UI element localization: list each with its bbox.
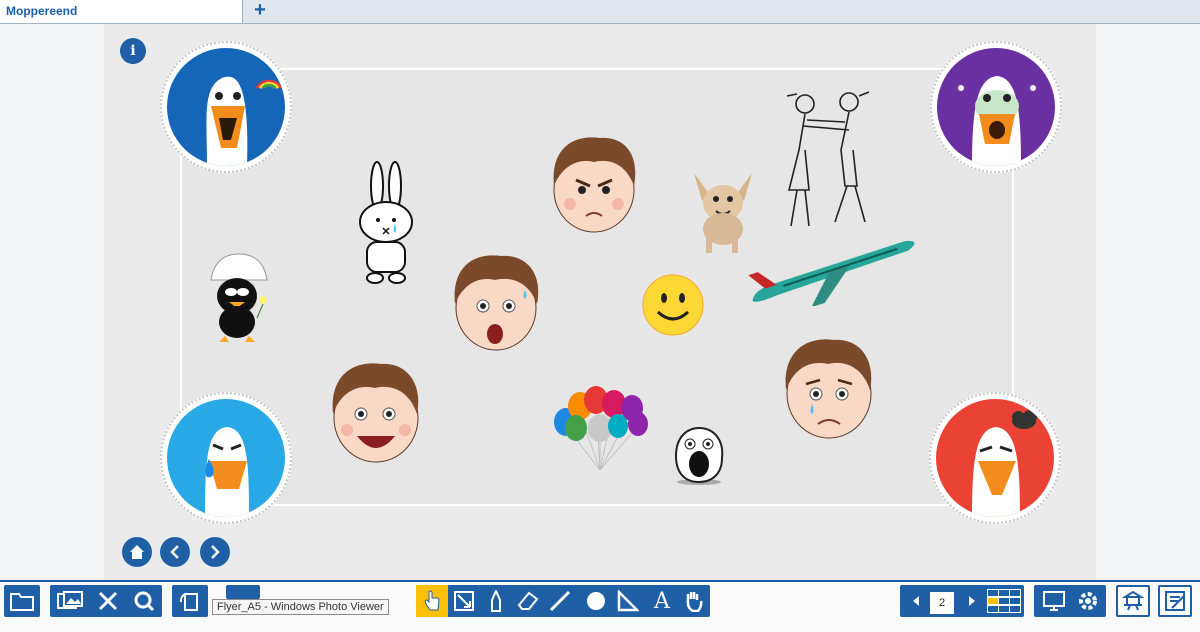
chevron-right-icon[interactable]	[200, 537, 230, 567]
rotate-page-icon[interactable]	[174, 585, 206, 617]
fighting-couple-sketch[interactable]	[775, 90, 875, 232]
calimero-chick[interactable]	[205, 250, 275, 346]
pointer-hand-icon[interactable]	[416, 585, 448, 617]
page-number: 2	[938, 597, 946, 609]
airplane[interactable]	[740, 228, 930, 306]
tools-icon[interactable]	[92, 585, 124, 617]
settings-icon[interactable]	[1072, 585, 1104, 617]
edit-icon[interactable]	[1160, 587, 1190, 615]
zoom-icon[interactable]	[128, 585, 160, 617]
home-icon[interactable]	[122, 537, 152, 567]
grumpy-goose-red[interactable]	[929, 392, 1061, 524]
select-resize-icon[interactable]	[448, 585, 480, 617]
smiley-face[interactable]	[642, 274, 704, 336]
fullscreen-icon[interactable]	[1038, 585, 1070, 617]
scared-goose-purple[interactable]	[930, 41, 1062, 173]
ruler-triangle-icon[interactable]	[612, 585, 644, 617]
page-next-icon[interactable]	[956, 585, 988, 617]
boy-face-angry[interactable]	[544, 128, 644, 236]
taskbar-tooltip: Flyer_A5 - Windows Photo Viewer	[212, 599, 389, 615]
chevron-left-icon[interactable]	[160, 537, 190, 567]
text-icon[interactable]: A	[646, 585, 678, 617]
happy-goose-rainbow[interactable]	[160, 41, 292, 173]
pan-hand-icon[interactable]	[678, 585, 710, 617]
plus-icon[interactable]: +	[250, 0, 270, 22]
shocked-ghost[interactable]	[670, 426, 728, 486]
bottom-toolbar: A 2	[0, 580, 1200, 632]
boy-face-sad[interactable]	[776, 332, 882, 440]
line-icon[interactable]	[544, 585, 576, 617]
photos-icon[interactable]	[54, 585, 86, 617]
grid-view-icon[interactable]	[986, 585, 1022, 617]
page-number-box[interactable]: 2	[930, 592, 954, 614]
eraser-icon[interactable]	[512, 585, 544, 617]
balloons[interactable]	[552, 386, 648, 472]
tab-label: Moppereend	[6, 4, 78, 18]
pen-icon[interactable]	[480, 585, 512, 617]
page-prev-icon[interactable]	[900, 585, 932, 617]
boy-face-laughing[interactable]	[323, 356, 429, 466]
miffy-crying[interactable]	[355, 158, 417, 286]
tab-moppereend[interactable]: Moppereend	[0, 0, 243, 23]
boy-face-scared[interactable]	[445, 248, 547, 354]
presenter-icon[interactable]	[1118, 587, 1148, 615]
circle-icon[interactable]	[580, 585, 612, 617]
tab-bar: Moppereend +	[0, 0, 1200, 24]
crying-goose-blue[interactable]	[160, 392, 292, 524]
folder-icon[interactable]	[6, 585, 38, 617]
undo-icon[interactable]	[227, 585, 259, 599]
info-icon[interactable]: i	[120, 38, 146, 64]
